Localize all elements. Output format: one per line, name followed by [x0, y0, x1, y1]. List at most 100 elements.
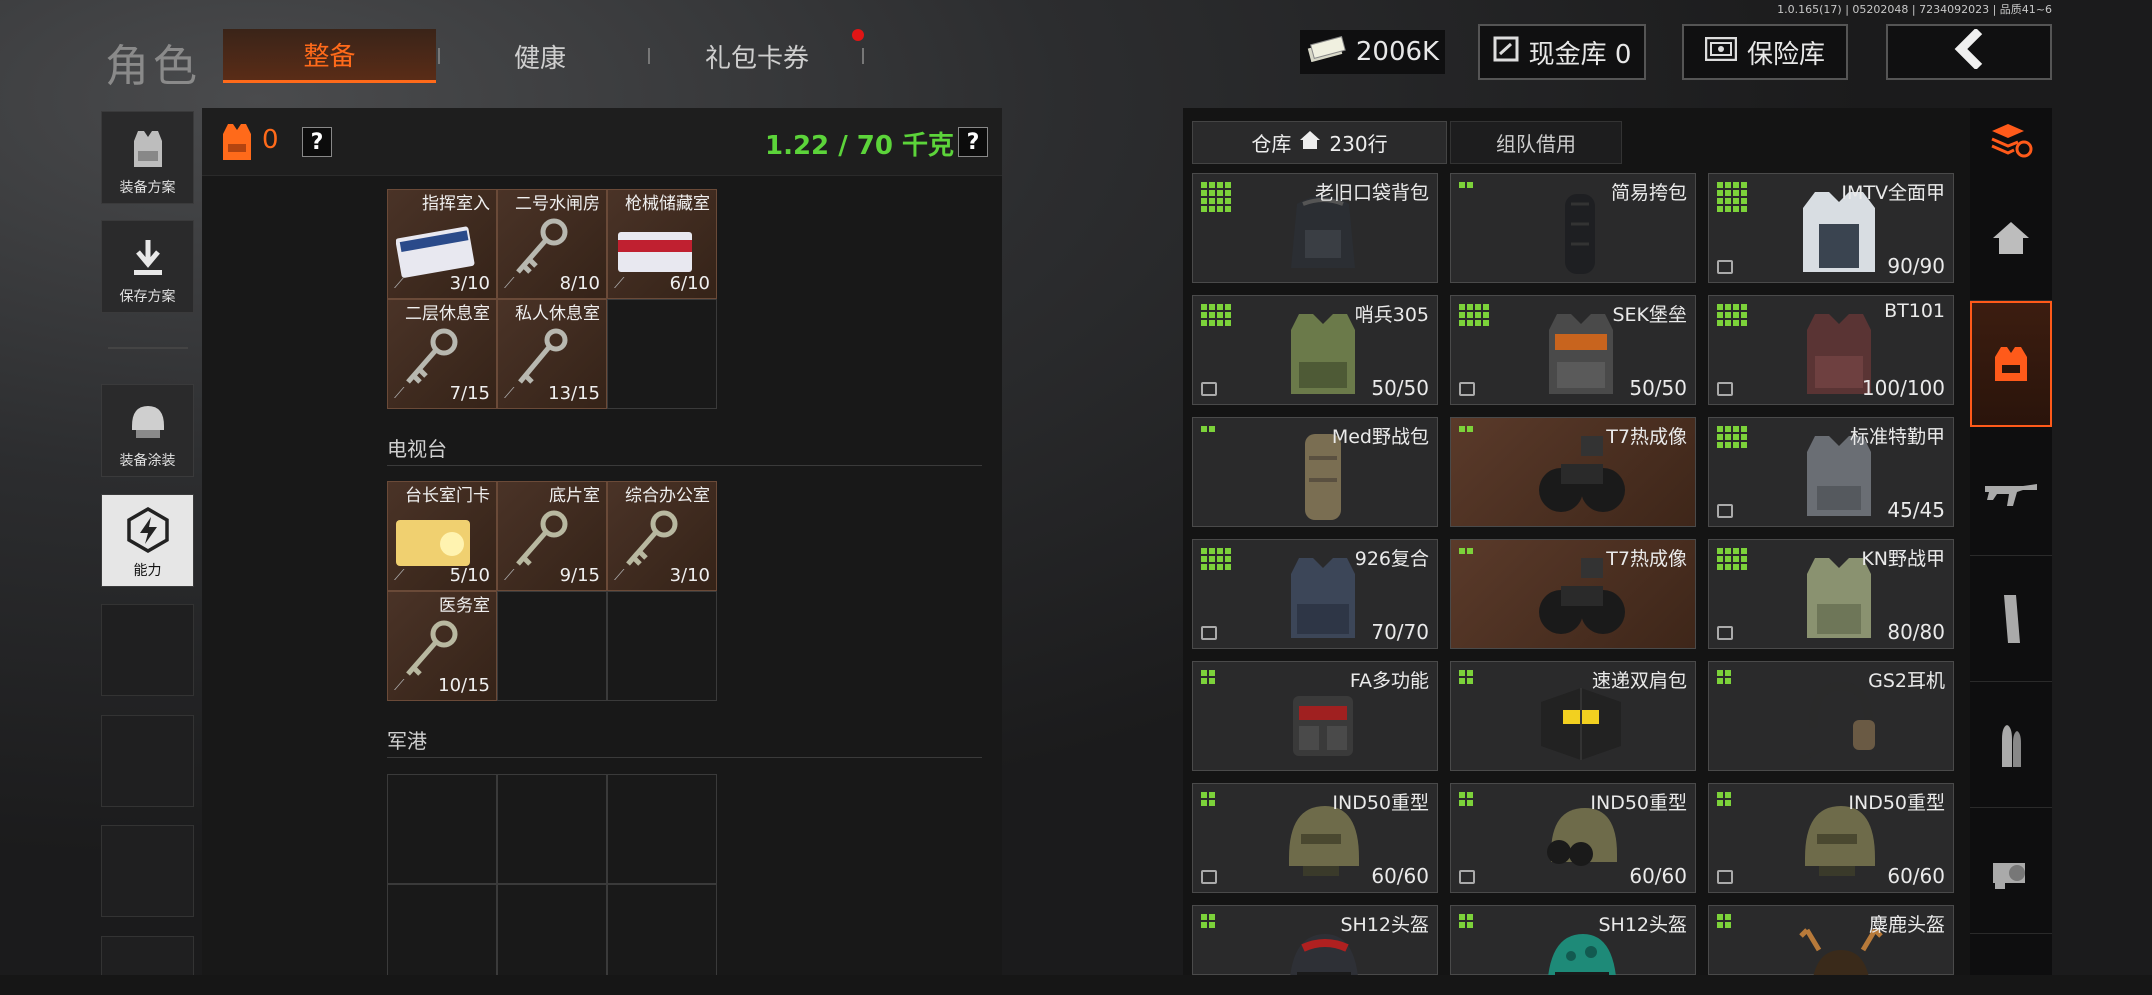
section-divider [387, 465, 982, 466]
key-icon [516, 218, 568, 274]
key-item[interactable]: 综合办公室 ⟋ 3/10 [607, 481, 717, 591]
tab-divider [862, 48, 864, 64]
warehouse-item[interactable]: 速递双肩包 [1450, 661, 1696, 771]
key-item[interactable]: 枪械储藏室 ⟋ 6/10 [607, 189, 717, 299]
tab-team-borrow[interactable]: 组队借用 [1450, 121, 1622, 164]
back-button[interactable] [1886, 24, 2052, 80]
item-size-indicator [1459, 792, 1473, 806]
tab-gift-vouchers[interactable]: 礼包卡券 [652, 29, 862, 83]
key-icon [406, 328, 458, 384]
empty-key-slot[interactable] [607, 774, 717, 884]
equipment-paint-button[interactable]: 装备涂装 [101, 384, 194, 477]
warehouse-item[interactable]: SH12头盔 [1192, 905, 1438, 995]
weight-label: 1.22 / 70 千克 [765, 131, 954, 161]
warehouse-item[interactable]: SEK堡垒 50/50 [1450, 295, 1696, 405]
insured-box-icon [1717, 504, 1733, 518]
save-plan-button[interactable]: 保存方案 [101, 220, 194, 313]
item-name: IMTV全面甲 [1841, 182, 1945, 204]
warehouse-item[interactable]: GS2耳机 [1708, 661, 1954, 771]
tab-health[interactable]: 健康 [440, 29, 640, 83]
item-size-indicator [1717, 670, 1731, 684]
key-name: 医务室 [439, 596, 490, 616]
key-uses: 5/10 [449, 565, 490, 586]
warehouse-item[interactable]: 简易挎包 [1450, 173, 1696, 283]
empty-key-slot[interactable] [387, 774, 497, 884]
warehouse-item[interactable]: T7热成像 [1450, 417, 1696, 527]
item-durability: 70/70 [1371, 620, 1429, 644]
category-home[interactable] [1970, 175, 2052, 301]
warehouse-item[interactable]: FA多功能 [1192, 661, 1438, 771]
item-name: T7热成像 [1606, 426, 1687, 448]
warehouse-item[interactable]: KN野战甲 80/80 [1708, 539, 1954, 649]
empty-key-slot[interactable] [607, 591, 717, 701]
item-name: 926复合 [1354, 548, 1429, 570]
warehouse-rows: 230行 [1329, 132, 1388, 156]
warehouse-item[interactable]: T7热成像 [1450, 539, 1696, 649]
item-name: 速递双肩包 [1591, 670, 1687, 692]
durability-icon: ⟋ [394, 676, 405, 694]
warehouse-item[interactable]: BT101 100/100 [1708, 295, 1954, 405]
key-name: 二层休息室 [405, 304, 490, 324]
category-attachments[interactable] [1970, 808, 2052, 934]
ammo-icon [2002, 724, 2021, 767]
warehouse-item[interactable]: 哨兵305 50/50 [1192, 295, 1438, 405]
item-size-indicator [1717, 548, 1747, 570]
vest-plan-icon [133, 131, 162, 167]
warehouse-item[interactable]: 926复合 70/70 [1192, 539, 1438, 649]
warehouse-item[interactable]: IMTV全面甲 90/90 [1708, 173, 1954, 283]
empty-key-slot[interactable] [497, 591, 607, 701]
category-armor[interactable] [1970, 301, 2052, 427]
warehouse-item[interactable]: 老旧口袋背包 [1192, 173, 1438, 283]
item-name: T7热成像 [1606, 548, 1687, 570]
cash-vault-button[interactable]: 现金库 0 [1478, 24, 1646, 80]
warehouse-item[interactable]: IND50重型 60/60 [1708, 783, 1954, 893]
sidebar-empty-slot [101, 825, 194, 917]
durability-icon: ⟋ [614, 566, 625, 584]
item-size-indicator [1459, 670, 1473, 684]
key-item[interactable]: 台长室门卡 ⟋ 5/10 [387, 481, 497, 591]
warehouse-item[interactable]: IND50重型 60/60 [1450, 783, 1696, 893]
equipment-plan-button[interactable]: 装备方案 [101, 111, 194, 204]
item-name: IND50重型 [1332, 792, 1429, 814]
key-item[interactable]: 二层休息室 ⟋ 7/15 [387, 299, 497, 409]
tab-warehouse[interactable]: 仓库 230行 [1192, 121, 1447, 164]
item-name: GS2耳机 [1868, 670, 1945, 692]
sort-refresh-button[interactable] [1970, 108, 2052, 174]
warehouse-item[interactable]: 标准特勤甲 45/45 [1708, 417, 1954, 527]
item-name: SH12头盔 [1598, 914, 1687, 936]
item-durability: 80/80 [1887, 620, 1945, 644]
key-item[interactable]: 指挥室入 ⟋ 3/10 [387, 189, 497, 299]
item-size-indicator [1201, 792, 1215, 806]
item-name: BT101 [1884, 300, 1945, 322]
key-name: 二号水闸房 [515, 194, 600, 214]
item-size-indicator [1201, 182, 1231, 212]
key-item[interactable]: 私人休息室 ⟋ 13/15 [497, 299, 607, 409]
magazine-icon [2004, 594, 2020, 643]
category-weapons[interactable] [1970, 430, 2052, 556]
key-item[interactable]: 医务室 ⟋ 10/15 [387, 591, 497, 701]
ability-button[interactable]: 能力 [101, 494, 194, 587]
durability-icon: ⟋ [394, 274, 405, 292]
help-button[interactable]: ? [958, 127, 988, 157]
key-item[interactable]: 二号水闸房 ⟋ 8/10 [497, 189, 607, 299]
home-icon [1993, 221, 2029, 254]
item-size-indicator [1717, 792, 1731, 806]
category-magazines[interactable] [1970, 556, 2052, 682]
key-icon [518, 328, 568, 384]
insurance-vault-button[interactable]: 保险库 [1682, 24, 1848, 80]
empty-key-slot[interactable] [497, 774, 607, 884]
warehouse-item[interactable]: SH12头盔 [1450, 905, 1696, 995]
empty-key-slot[interactable] [607, 299, 717, 409]
rifle-icon [1985, 483, 2037, 506]
warehouse-item[interactable]: IND50重型 60/60 [1192, 783, 1438, 893]
category-ammo[interactable] [1970, 682, 2052, 808]
item-durability: 60/60 [1629, 864, 1687, 888]
key-item[interactable]: 底片室 ⟋ 9/15 [497, 481, 607, 591]
warehouse-item[interactable]: Med野战包 [1192, 417, 1438, 527]
help-button[interactable]: ? [302, 127, 332, 157]
tab-equipment[interactable]: 整备 [223, 29, 436, 83]
item-size-indicator [1459, 548, 1473, 554]
durability-icon: ⟋ [504, 384, 515, 402]
download-icon [133, 240, 162, 275]
warehouse-item[interactable]: 麋鹿头盔 [1708, 905, 1954, 995]
